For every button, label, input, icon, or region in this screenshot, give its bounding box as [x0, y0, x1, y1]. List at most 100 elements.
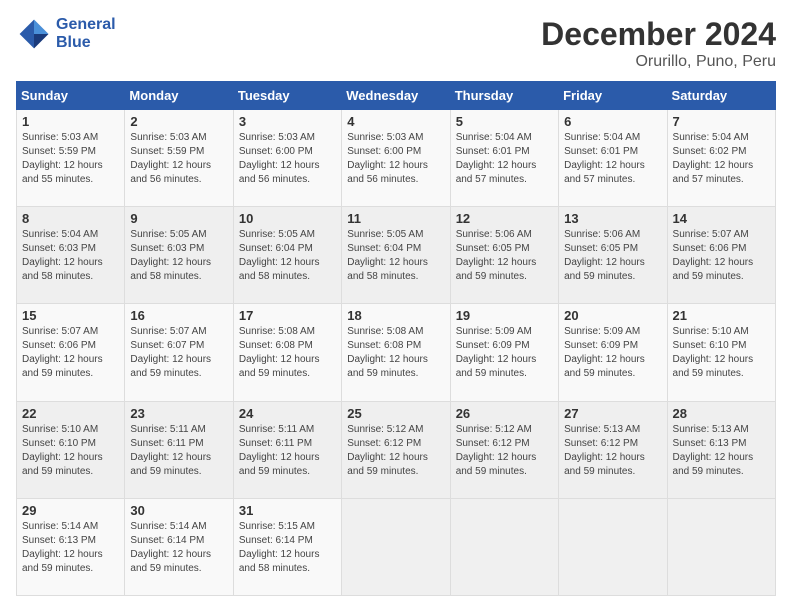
- day-info: Sunrise: 5:05 AM Sunset: 6:04 PM Dayligh…: [347, 228, 444, 284]
- day-info: Sunrise: 5:03 AM Sunset: 6:00 PM Dayligh…: [239, 131, 336, 187]
- weekday-header-monday: Monday: [125, 82, 233, 110]
- day-info: Sunrise: 5:15 AM Sunset: 6:14 PM Dayligh…: [239, 520, 336, 576]
- day-number: 28: [673, 406, 770, 421]
- day-info: Sunrise: 5:12 AM Sunset: 6:12 PM Dayligh…: [347, 423, 444, 479]
- calendar-week-row: 22 Sunrise: 5:10 AM Sunset: 6:10 PM Dayli…: [17, 401, 776, 498]
- calendar-week-row: 15 Sunrise: 5:07 AM Sunset: 6:06 PM Dayli…: [17, 304, 776, 401]
- weekday-header-friday: Friday: [559, 82, 667, 110]
- calendar-cell: 25 Sunrise: 5:12 AM Sunset: 6:12 PM Dayli…: [342, 401, 450, 498]
- calendar-cell: 19Sunrise: 5:09 AM Sunset: 6:09 PM Dayli…: [450, 304, 558, 401]
- calendar-cell: 1 Sunrise: 5:03 AM Sunset: 5:59 PM Daylig…: [17, 110, 125, 207]
- day-info: Sunrise: 5:04 AM Sunset: 6:01 PM Dayligh…: [564, 131, 661, 187]
- day-info: Sunrise: 5:09 AM Sunset: 6:09 PM Dayligh…: [456, 325, 553, 381]
- day-info: Sunrise: 5:10 AM Sunset: 6:10 PM Dayligh…: [22, 423, 119, 479]
- day-number: 15: [22, 308, 119, 323]
- day-number: 10: [239, 211, 336, 226]
- day-info: Sunrise: 5:12 AM Sunset: 6:12 PM Dayligh…: [456, 423, 553, 479]
- calendar-cell: 24 Sunrise: 5:11 AM Sunset: 6:11 PM Dayli…: [233, 401, 341, 498]
- day-number: 20: [564, 308, 661, 323]
- day-number: 21: [673, 308, 770, 323]
- day-number: 14: [673, 211, 770, 226]
- day-number: 1: [22, 114, 119, 129]
- calendar-cell: 16Sunrise: 5:07 AM Sunset: 6:07 PM Dayli…: [125, 304, 233, 401]
- calendar-cell: 2 Sunrise: 5:03 AM Sunset: 5:59 PM Daylig…: [125, 110, 233, 207]
- calendar-cell: 10 Sunrise: 5:05 AM Sunset: 6:04 PM Dayli…: [233, 207, 341, 304]
- calendar-cell: 26 Sunrise: 5:12 AM Sunset: 6:12 PM Dayli…: [450, 401, 558, 498]
- day-info: Sunrise: 5:05 AM Sunset: 6:04 PM Dayligh…: [239, 228, 336, 284]
- day-info: Sunrise: 5:08 AM Sunset: 6:08 PM Dayligh…: [347, 325, 444, 381]
- day-number: 4: [347, 114, 444, 129]
- calendar-cell: 27 Sunrise: 5:13 AM Sunset: 6:12 PM Dayli…: [559, 401, 667, 498]
- day-info: Sunrise: 5:03 AM Sunset: 6:00 PM Dayligh…: [347, 131, 444, 187]
- day-info: Sunrise: 5:14 AM Sunset: 6:13 PM Dayligh…: [22, 520, 119, 576]
- calendar-cell: 14 Sunrise: 5:07 AM Sunset: 6:06 PM Dayli…: [667, 207, 775, 304]
- header: General Blue December 2024 Orurillo, Pun…: [16, 16, 776, 71]
- logo-text: General Blue: [56, 16, 116, 51]
- day-info: Sunrise: 5:13 AM Sunset: 6:13 PM Dayligh…: [673, 423, 770, 479]
- calendar-cell: 4 Sunrise: 5:03 AM Sunset: 6:00 PM Daylig…: [342, 110, 450, 207]
- day-number: 26: [456, 406, 553, 421]
- day-info: Sunrise: 5:03 AM Sunset: 5:59 PM Dayligh…: [22, 131, 119, 187]
- calendar-cell: [667, 498, 775, 595]
- day-info: Sunrise: 5:09 AM Sunset: 6:09 PM Dayligh…: [564, 325, 661, 381]
- day-info: Sunrise: 5:03 AM Sunset: 5:59 PM Dayligh…: [130, 131, 227, 187]
- day-number: 6: [564, 114, 661, 129]
- calendar-week-row: 29 Sunrise: 5:14 AM Sunset: 6:13 PM Dayli…: [17, 498, 776, 595]
- calendar-cell: 17Sunrise: 5:08 AM Sunset: 6:08 PM Dayli…: [233, 304, 341, 401]
- day-info: Sunrise: 5:07 AM Sunset: 6:06 PM Dayligh…: [22, 325, 119, 381]
- day-info: Sunrise: 5:14 AM Sunset: 6:14 PM Dayligh…: [130, 520, 227, 576]
- weekday-header-thursday: Thursday: [450, 82, 558, 110]
- calendar-cell: 13 Sunrise: 5:06 AM Sunset: 6:05 PM Dayli…: [559, 207, 667, 304]
- day-info: Sunrise: 5:06 AM Sunset: 6:05 PM Dayligh…: [456, 228, 553, 284]
- calendar-cell: 8Sunrise: 5:04 AM Sunset: 6:03 PM Daylig…: [17, 207, 125, 304]
- calendar-page: General Blue December 2024 Orurillo, Pun…: [0, 0, 792, 612]
- day-info: Sunrise: 5:07 AM Sunset: 6:06 PM Dayligh…: [673, 228, 770, 284]
- day-number: 16: [130, 308, 227, 323]
- calendar-cell: 23Sunrise: 5:11 AM Sunset: 6:11 PM Dayli…: [125, 401, 233, 498]
- day-number: 3: [239, 114, 336, 129]
- day-number: 25: [347, 406, 444, 421]
- day-number: 29: [22, 503, 119, 518]
- day-info: Sunrise: 5:13 AM Sunset: 6:12 PM Dayligh…: [564, 423, 661, 479]
- day-number: 18: [347, 308, 444, 323]
- day-info: Sunrise: 5:11 AM Sunset: 6:11 PM Dayligh…: [239, 423, 336, 479]
- calendar-cell: 15 Sunrise: 5:07 AM Sunset: 6:06 PM Dayli…: [17, 304, 125, 401]
- day-number: 5: [456, 114, 553, 129]
- logo-icon: [16, 16, 52, 52]
- day-number: 27: [564, 406, 661, 421]
- calendar-week-row: 8Sunrise: 5:04 AM Sunset: 6:03 PM Daylig…: [17, 207, 776, 304]
- calendar-cell: 12 Sunrise: 5:06 AM Sunset: 6:05 PM Dayli…: [450, 207, 558, 304]
- calendar-subtitle: Orurillo, Puno, Peru: [541, 53, 776, 71]
- calendar-cell: 11 Sunrise: 5:05 AM Sunset: 6:04 PM Dayli…: [342, 207, 450, 304]
- day-number: 13: [564, 211, 661, 226]
- day-number: 9: [130, 211, 227, 226]
- day-number: 22: [22, 406, 119, 421]
- day-number: 24: [239, 406, 336, 421]
- calendar-cell: 5 Sunrise: 5:04 AM Sunset: 6:01 PM Daylig…: [450, 110, 558, 207]
- calendar-cell: 21 Sunrise: 5:10 AM Sunset: 6:10 PM Dayli…: [667, 304, 775, 401]
- day-info: Sunrise: 5:10 AM Sunset: 6:10 PM Dayligh…: [673, 325, 770, 381]
- day-number: 30: [130, 503, 227, 518]
- day-number: 7: [673, 114, 770, 129]
- calendar-cell: 6 Sunrise: 5:04 AM Sunset: 6:01 PM Daylig…: [559, 110, 667, 207]
- title-block: December 2024 Orurillo, Puno, Peru: [541, 16, 776, 71]
- calendar-table: SundayMondayTuesdayWednesdayThursdayFrid…: [16, 81, 776, 596]
- day-number: 12: [456, 211, 553, 226]
- day-number: 2: [130, 114, 227, 129]
- calendar-cell: 18 Sunrise: 5:08 AM Sunset: 6:08 PM Dayli…: [342, 304, 450, 401]
- calendar-title: December 2024: [541, 16, 776, 53]
- calendar-cell: [559, 498, 667, 595]
- weekday-header-row: SundayMondayTuesdayWednesdayThursdayFrid…: [17, 82, 776, 110]
- calendar-cell: 3 Sunrise: 5:03 AM Sunset: 6:00 PM Daylig…: [233, 110, 341, 207]
- day-number: 11: [347, 211, 444, 226]
- day-info: Sunrise: 5:08 AM Sunset: 6:08 PM Dayligh…: [239, 325, 336, 381]
- weekday-header-wednesday: Wednesday: [342, 82, 450, 110]
- day-info: Sunrise: 5:04 AM Sunset: 6:01 PM Dayligh…: [456, 131, 553, 187]
- calendar-cell: [342, 498, 450, 595]
- day-info: Sunrise: 5:11 AM Sunset: 6:11 PM Dayligh…: [130, 423, 227, 479]
- day-info: Sunrise: 5:04 AM Sunset: 6:02 PM Dayligh…: [673, 131, 770, 187]
- day-info: Sunrise: 5:06 AM Sunset: 6:05 PM Dayligh…: [564, 228, 661, 284]
- calendar-cell: 30 Sunrise: 5:14 AM Sunset: 6:14 PM Dayli…: [125, 498, 233, 595]
- weekday-header-saturday: Saturday: [667, 82, 775, 110]
- calendar-cell: 22 Sunrise: 5:10 AM Sunset: 6:10 PM Dayli…: [17, 401, 125, 498]
